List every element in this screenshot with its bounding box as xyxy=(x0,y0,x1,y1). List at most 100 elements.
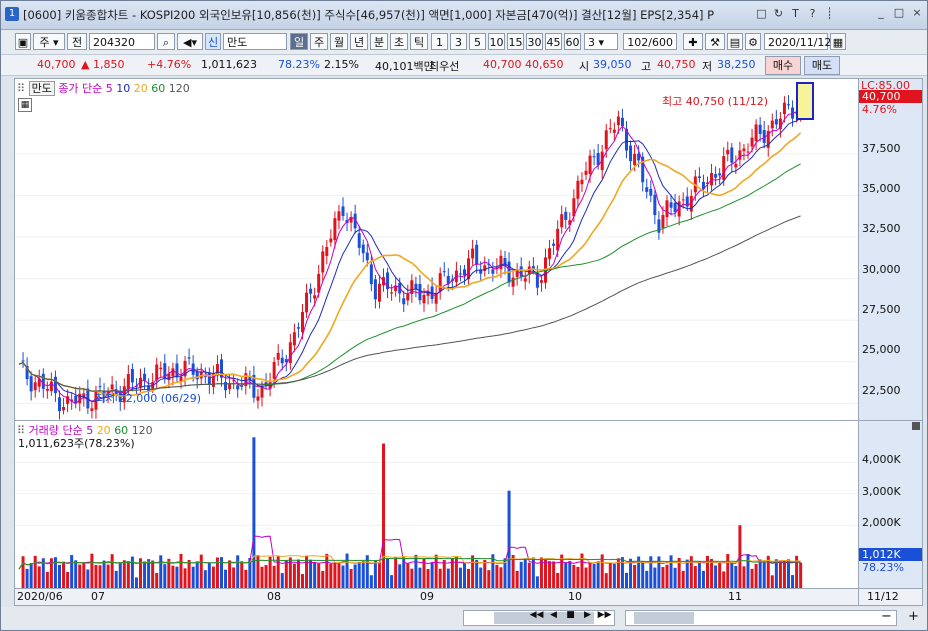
speaker-icon[interactable]: ◀▾ xyxy=(177,33,203,50)
price-chart[interactable]: ⠿ 만도 종가 단순 5 10 20 60 120 ▦ 최고 40,750 (1… xyxy=(14,78,859,421)
ytick-22500: 22,500 xyxy=(862,384,901,397)
ytick-27500: 27,500 xyxy=(862,303,901,316)
date-input[interactable]: 2020/11/12 xyxy=(764,33,831,50)
volume-bar xyxy=(434,554,438,588)
volume-bar xyxy=(426,568,430,588)
volume-bar xyxy=(458,567,462,588)
volume-bar xyxy=(750,568,754,588)
window-badge: 1 xyxy=(5,7,19,21)
sell-button[interactable]: 매도 xyxy=(804,56,840,75)
grid-toggle-icon[interactable]: ▦ xyxy=(18,98,32,112)
candle-body xyxy=(438,273,442,291)
refresh-icon[interactable]: ↻ xyxy=(771,6,786,21)
zoom-out-icon[interactable]: − xyxy=(881,609,892,624)
first-page-icon[interactable]: ◀◀ xyxy=(529,610,544,624)
volume-bar xyxy=(382,443,385,588)
collapse-icon[interactable] xyxy=(912,422,920,430)
volume-bar xyxy=(693,566,697,588)
interval-30[interactable]: 30 xyxy=(526,33,543,50)
xtick-end: 11/12 xyxy=(867,590,899,603)
best-label: 최우선 xyxy=(429,60,460,73)
tab-day[interactable]: 일 xyxy=(290,33,308,50)
tab-minute[interactable]: 분 xyxy=(370,33,388,50)
interval-3[interactable]: 3 xyxy=(450,33,467,50)
candle-body xyxy=(402,298,406,305)
interval-10[interactable]: 10 xyxy=(488,33,505,50)
zoom-thumb[interactable] xyxy=(634,612,694,624)
volume-chart[interactable]: ⠿ 거래량 단순 5 20 60 120 1,011,623주(78.23%) xyxy=(14,420,859,589)
candle-body xyxy=(661,214,665,228)
candle-body xyxy=(539,280,543,283)
candle-body xyxy=(620,117,624,127)
tools-icon[interactable]: ⚒ xyxy=(705,33,725,50)
volume-bar xyxy=(175,566,179,588)
interval-5[interactable]: 5 xyxy=(469,33,486,50)
volume-ratio: 78.23% xyxy=(278,58,320,71)
window-title: [0600] 키움종합차트 - KOSPI200 외국인보유[10,856(천)… xyxy=(23,8,715,22)
period-toggle[interactable]: 전 xyxy=(67,33,87,50)
candle-body xyxy=(584,170,588,175)
volume-bar xyxy=(106,564,110,588)
volume-bar xyxy=(548,561,552,588)
volume-bar xyxy=(284,559,288,588)
interval-1[interactable]: 1 xyxy=(431,33,448,50)
volume: 1,011,623 xyxy=(201,58,257,71)
interval-15[interactable]: 15 xyxy=(507,33,524,50)
prev-icon[interactable]: ◀ xyxy=(546,610,561,624)
volume-bar xyxy=(576,566,580,588)
nav-buttons: ◀◀ ◀ ■ ▶ ▶▶ xyxy=(529,610,612,624)
bottom-bar: ◀◀ ◀ ■ ▶ ▶▶ − + xyxy=(1,607,927,629)
maximize-icon[interactable]: □ xyxy=(893,6,905,20)
text-icon[interactable]: T xyxy=(788,6,803,21)
data-count-input[interactable]: 102/600 xyxy=(623,33,677,50)
candle-body xyxy=(305,292,309,313)
calendar-icon[interactable]: ▦ xyxy=(830,33,846,50)
last-page-icon[interactable]: ▶▶ xyxy=(597,610,612,624)
settings-icon[interactable]: ⚙ xyxy=(745,33,761,50)
volume-bar xyxy=(701,570,705,588)
search-icon[interactable]: ⌕ xyxy=(157,33,175,50)
candle-body xyxy=(90,408,94,412)
close-icon[interactable]: × xyxy=(911,6,923,20)
buy-button[interactable]: 매수 xyxy=(765,56,801,75)
layout-icon[interactable]: ▣ xyxy=(15,33,31,50)
candle-body xyxy=(787,104,790,106)
tab-second[interactable]: 초 xyxy=(390,33,408,50)
interval-45[interactable]: 45 xyxy=(545,33,562,50)
volume-bar xyxy=(479,567,483,588)
stop-icon[interactable]: ■ xyxy=(563,610,578,624)
volume-bar xyxy=(564,562,568,588)
next-icon[interactable]: ▶ xyxy=(580,610,595,624)
volume-bar xyxy=(244,569,248,588)
zoom-in-icon[interactable]: + xyxy=(908,609,919,624)
last-volume-tag: 1,012K xyxy=(859,548,922,561)
help-icon[interactable]: ? xyxy=(805,6,820,21)
interval-60[interactable]: 60 xyxy=(564,33,581,50)
candle-body xyxy=(365,252,369,261)
volume-bar xyxy=(45,571,49,588)
candle-body xyxy=(726,149,730,155)
last-price-tag: 40,700 xyxy=(859,90,922,103)
legend-ma10: 10 xyxy=(116,82,131,95)
volume-bar xyxy=(410,568,414,588)
minimize-icon[interactable]: _ xyxy=(875,6,887,20)
tab-week[interactable]: 주 xyxy=(310,33,328,50)
interval-select[interactable]: 3 ▾ xyxy=(584,33,618,50)
volume-axis: 4,000K 3,000K 2,000K 1,012K 78.23% xyxy=(858,420,923,589)
indicator-icon[interactable]: ✚ xyxy=(683,33,703,50)
tab-year[interactable]: 년 xyxy=(350,33,368,50)
tab-tick[interactable]: 틱 xyxy=(410,33,428,50)
volume-bar xyxy=(665,564,669,588)
stock-name: 만도 xyxy=(223,33,287,50)
volume-bar xyxy=(467,568,471,588)
tab-month[interactable]: 월 xyxy=(330,33,348,50)
candle-body xyxy=(337,211,341,221)
volume-bar xyxy=(260,566,264,588)
zoom-track[interactable] xyxy=(625,610,897,626)
restore-icon[interactable]: □ xyxy=(754,6,769,21)
volume-bar xyxy=(487,570,491,588)
volume-bar xyxy=(568,561,572,588)
save-icon[interactable]: ▤ xyxy=(727,33,743,50)
market-select[interactable]: 주 ▾ xyxy=(33,33,65,50)
stock-code-input[interactable]: 204320 xyxy=(89,33,155,50)
